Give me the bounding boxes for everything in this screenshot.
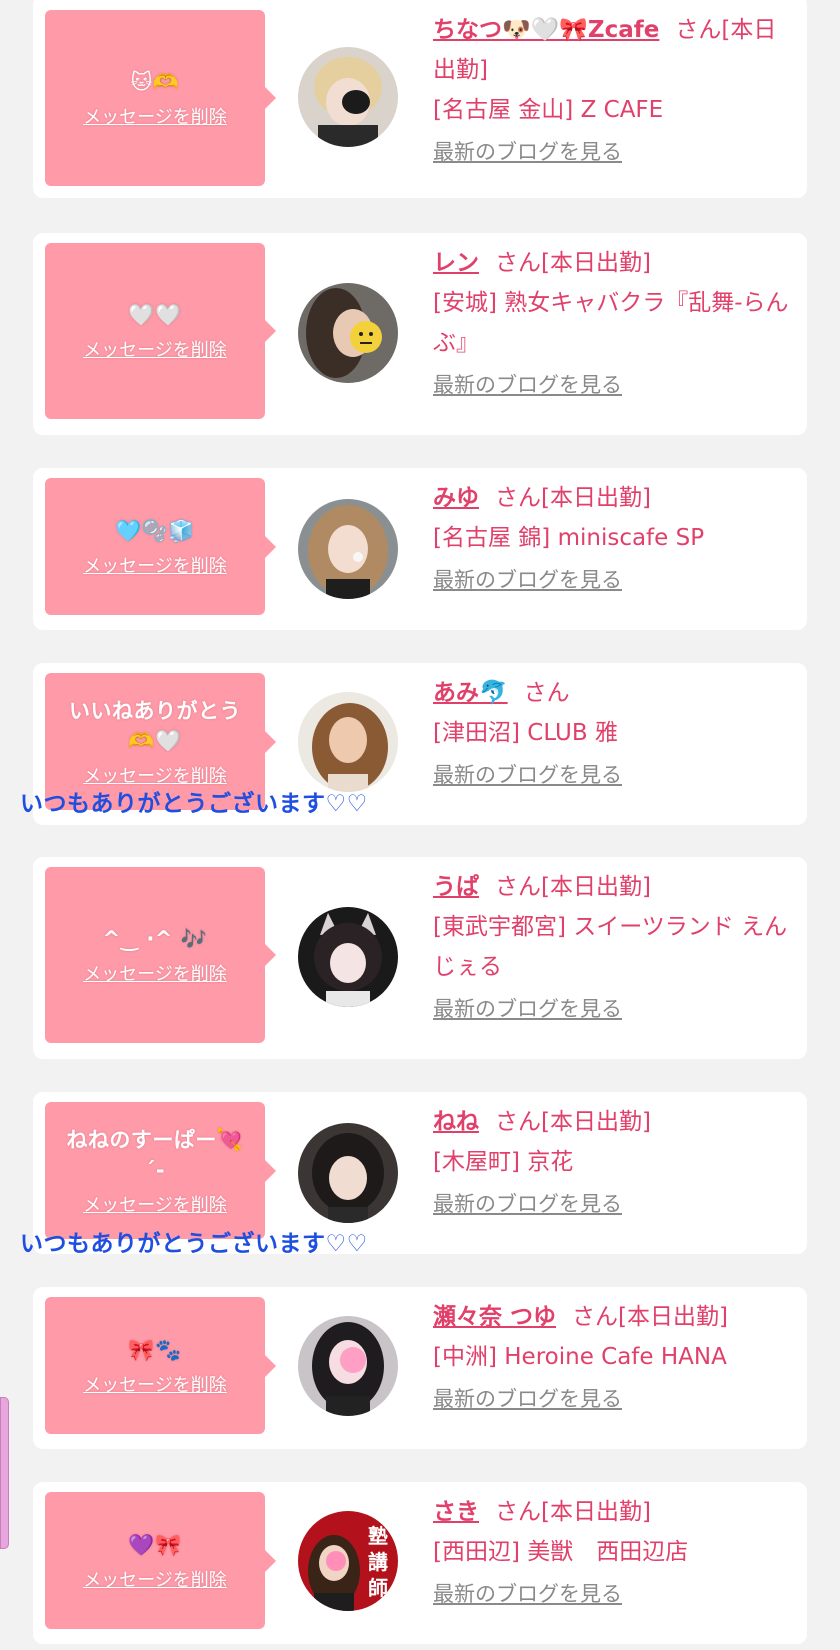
cast-name-link[interactable]: ねね	[433, 1109, 479, 1135]
favorite-card: ^‿ ·^ 🎶 メッセージを削除 うぱ さん[本日出勤] [東武宇都宮] スイーツ…	[33, 857, 807, 1059]
latest-blog-link[interactable]: 最新のブログを見る	[433, 1188, 622, 1218]
shop-name: [名古屋 錦] miniscafe SP	[433, 525, 705, 551]
cast-name-link[interactable]: みゆ	[433, 485, 479, 511]
favorite-card: 🩵🫧🧊 メッセージを削除 みゆ さん[本日出勤] [名古屋 錦] miniscaf…	[33, 468, 807, 630]
card-info: あみ🐬 さん [津田沼] CLUB 雅 最新のブログを見る	[433, 673, 793, 789]
cast-name-link[interactable]: さき	[433, 1499, 479, 1525]
name-line: レン さん[本日出勤]	[433, 243, 793, 283]
card-info: みゆ さん[本日出勤] [名古屋 錦] miniscafe SP 最新のブログを見…	[433, 478, 793, 594]
cast-name-link[interactable]: あみ🐬	[433, 680, 508, 706]
latest-blog-link[interactable]: 最新のブログを見る	[433, 1383, 622, 1413]
avatar[interactable]	[298, 692, 398, 792]
latest-blog-link[interactable]: 最新のブログを見る	[433, 136, 622, 166]
avatar-sign-text-2: 講	[368, 1550, 388, 1574]
latest-blog-link[interactable]: 最新のブログを見る	[433, 993, 622, 1023]
shop-name: [名古屋 金山] Z CAFE	[433, 97, 664, 123]
card-info: 瀬々奈 つゆ さん[本日出勤] [中洲] Heroine Cafe HANA 最新…	[433, 1297, 793, 1413]
delete-message-link[interactable]: メッセージを削除	[83, 552, 227, 578]
name-line: さき さん[本日出勤]	[433, 1492, 793, 1532]
message-bubble: 🎀🐾 メッセージを削除	[45, 1297, 276, 1434]
message-bubble: 🩵🫧🧊 メッセージを削除	[45, 478, 276, 615]
message-text: 🐱🫶	[130, 70, 180, 94]
card-info: ちなつ🐶🤍🎀Zcafe さん[本日出勤] [名古屋 金山] Z CAFE 最新のブ…	[433, 10, 793, 166]
name-suffix: さん[本日出勤]	[495, 250, 651, 276]
message-bubble: 💜🎀 メッセージを削除	[45, 1492, 276, 1629]
delete-message-link[interactable]: メッセージを削除	[83, 960, 227, 986]
avatar[interactable]	[298, 1316, 398, 1416]
message-bubble: 🐱🫶 メッセージを削除	[45, 10, 276, 186]
name-line: みゆ さん[本日出勤]	[433, 478, 793, 518]
avatar-sign-text-1: 塾	[368, 1524, 388, 1548]
message-bubble: ^‿ ·^ 🎶 メッセージを削除	[45, 867, 276, 1043]
favorite-card: 🎀🐾 メッセージを削除 瀬々奈 つゆ さん[本日出勤] [中洲] Heroine …	[33, 1287, 807, 1449]
cast-name-link[interactable]: ちなつ🐶🤍🎀Zcafe	[433, 17, 659, 43]
message-text: 🩵🫧🧊	[115, 518, 195, 543]
name-line: ねね さん[本日出勤]	[433, 1102, 793, 1142]
message-bubble: ねねのすーぱー💘 ´- メッセージを削除	[45, 1102, 276, 1239]
favorite-card: 🤍🤍 メッセージを削除 レン さん[本日出勤] [安城] 熟女キャバクラ『乱舞-ら…	[33, 233, 807, 435]
shop-name: [中洲] Heroine Cafe HANA	[433, 1344, 727, 1370]
name-line: 瀬々奈 つゆ さん[本日出勤]	[433, 1297, 793, 1337]
shop-name: [安城] 熟女キャバクラ『乱舞-らんぶ』	[433, 290, 789, 356]
name-suffix: さん[本日出勤]	[572, 1304, 728, 1330]
favorite-card: 💜🎀 メッセージを削除 塾 講 師 さき さん[本日出勤] [西田辺] 美獣 西田…	[33, 1482, 807, 1644]
cast-name-link[interactable]: レン	[433, 250, 479, 276]
message-text: ねねのすーぱー💘 ´-	[66, 1127, 244, 1182]
name-line: うぱ さん[本日出勤]	[433, 867, 793, 907]
cast-name-link[interactable]: 瀬々奈 つゆ	[433, 1304, 556, 1330]
delete-message-link[interactable]: メッセージを削除	[83, 103, 227, 129]
name-suffix: さん[本日出勤]	[495, 1499, 651, 1525]
name-line: ちなつ🐶🤍🎀Zcafe さん[本日出勤]	[433, 10, 793, 90]
message-text: 🎀🐾	[128, 1337, 182, 1362]
latest-blog-link[interactable]: 最新のブログを見る	[433, 1578, 622, 1608]
name-suffix: さん[本日出勤]	[495, 485, 651, 511]
avatar[interactable]: 塾 講 師	[298, 1511, 398, 1611]
shop-name: [東武宇都宮] スイーツランド えんじぇる	[433, 914, 788, 980]
latest-blog-link[interactable]: 最新のブログを見る	[433, 759, 622, 789]
shop-name: [西田辺] 美獣 西田辺店	[433, 1539, 689, 1565]
name-suffix: さん[本日出勤]	[495, 1109, 651, 1135]
avatar[interactable]	[298, 907, 398, 1007]
message-text: 🤍🤍	[128, 303, 182, 327]
delete-message-link[interactable]: メッセージを削除	[83, 1191, 227, 1217]
favorite-card: 🐱🫶 メッセージを削除 ちなつ🐶🤍🎀Zcafe さん[本日出勤] [名古屋 金山]…	[33, 0, 807, 198]
avatar[interactable]	[298, 499, 398, 599]
scrolling-comment: いつもありがとうございます♡♡	[20, 1231, 368, 1257]
message-text: 💜🎀	[128, 1532, 182, 1557]
cast-name-link[interactable]: うぱ	[433, 874, 479, 900]
name-line: あみ🐬 さん	[433, 673, 793, 713]
latest-blog-link[interactable]: 最新のブログを見る	[433, 369, 622, 399]
shop-name: [津田沼] CLUB 雅	[433, 720, 618, 746]
name-suffix: さん[本日出勤]	[495, 874, 651, 900]
card-info: レン さん[本日出勤] [安城] 熟女キャバクラ『乱舞-らんぶ』 最新のブログを見…	[433, 243, 793, 399]
card-info: さき さん[本日出勤] [西田辺] 美獣 西田辺店 最新のブログを見る	[433, 1492, 793, 1608]
delete-message-link[interactable]: メッセージを削除	[83, 336, 227, 362]
name-suffix: さん	[523, 680, 570, 706]
avatar[interactable]	[298, 283, 398, 383]
delete-message-link[interactable]: メッセージを削除	[83, 1371, 227, 1397]
latest-blog-link[interactable]: 最新のブログを見る	[433, 564, 622, 594]
scrolling-comment: いつもありがとうございます♡♡	[20, 791, 368, 817]
message-text: いいねありがとう 🫶🤍	[69, 698, 241, 753]
message-text: ^‿ ·^ 🎶	[102, 927, 208, 951]
shop-name: [木屋町] 京花	[433, 1149, 574, 1175]
card-info: うぱ さん[本日出勤] [東武宇都宮] スイーツランド えんじぇる 最新のブログを…	[433, 867, 793, 1023]
avatar-sign-text-3: 師	[368, 1576, 388, 1600]
avatar[interactable]	[298, 47, 398, 147]
message-bubble: 🤍🤍 メッセージを削除	[45, 243, 276, 419]
delete-message-link[interactable]: メッセージを削除	[83, 1566, 227, 1592]
side-drawer-handle[interactable]	[0, 1397, 9, 1549]
avatar[interactable]	[298, 1123, 398, 1223]
card-info: ねね さん[本日出勤] [木屋町] 京花 最新のブログを見る	[433, 1102, 793, 1218]
